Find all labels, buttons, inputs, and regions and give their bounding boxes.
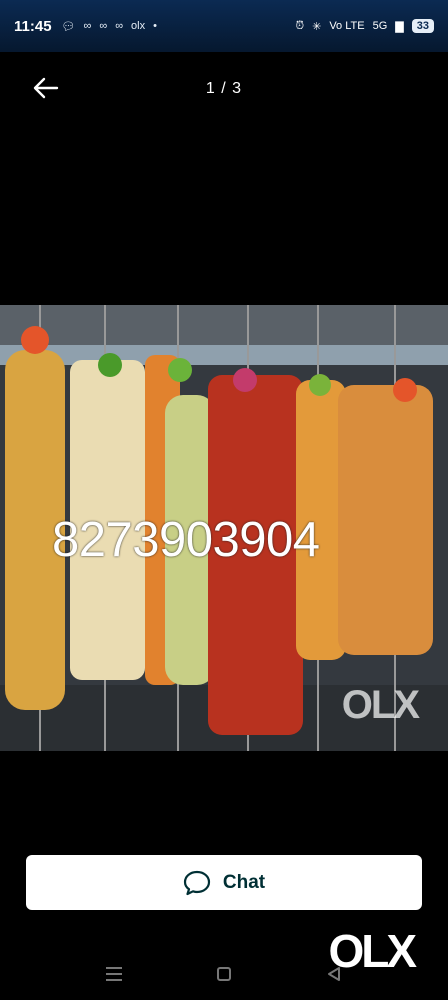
- menu-icon: [106, 967, 122, 981]
- battery-badge: 33: [411, 19, 434, 33]
- olx-icon: olx: [131, 20, 146, 32]
- home-button[interactable]: [210, 962, 238, 986]
- chat-bubble-icon: 💬︎: [61, 20, 76, 33]
- dot-icon: •: [153, 20, 157, 32]
- link-icon: ∞: [83, 20, 92, 32]
- alarm-icon: ⏰︎: [295, 19, 305, 32]
- olx-watermark: OLX: [341, 683, 420, 727]
- system-nav-bar: [0, 950, 448, 1000]
- network-label: Vo LTE: [329, 20, 365, 32]
- chat-button[interactable]: Chat: [26, 855, 422, 910]
- chat-button-label: Chat: [222, 871, 266, 893]
- signal-label: 5G: [372, 20, 388, 32]
- listing-photo[interactable]: 8273903904 OLX: [0, 305, 448, 751]
- notification-icons: 💬︎ ∞ ∞ ∞ olx •: [62, 20, 157, 33]
- status-time: 11:45: [14, 17, 52, 35]
- triangle-back-icon: [328, 967, 340, 981]
- signal-icon: ▇: [395, 20, 404, 33]
- link-icon: ∞: [99, 20, 108, 32]
- chat-bubble-icon: [183, 870, 210, 895]
- link-icon: ∞: [115, 20, 124, 32]
- back-nav-button[interactable]: [320, 962, 348, 986]
- status-bar: 11:45 💬︎ ∞ ∞ ∞ olx • ⏰︎ ✳︎ Vo LTE 5G ▇ 3…: [0, 0, 448, 52]
- system-icons: ⏰︎ ✳︎ Vo LTE 5G ▇ 33: [296, 19, 434, 33]
- home-square-icon: [217, 967, 231, 981]
- phone-number-overlay: 8273903904: [52, 513, 320, 567]
- image-counter: 1 / 3: [205, 80, 243, 97]
- bluetooth-icon: ✳︎: [312, 20, 322, 33]
- recent-apps-button[interactable]: [100, 962, 128, 986]
- top-bar: 1 / 3: [0, 60, 448, 116]
